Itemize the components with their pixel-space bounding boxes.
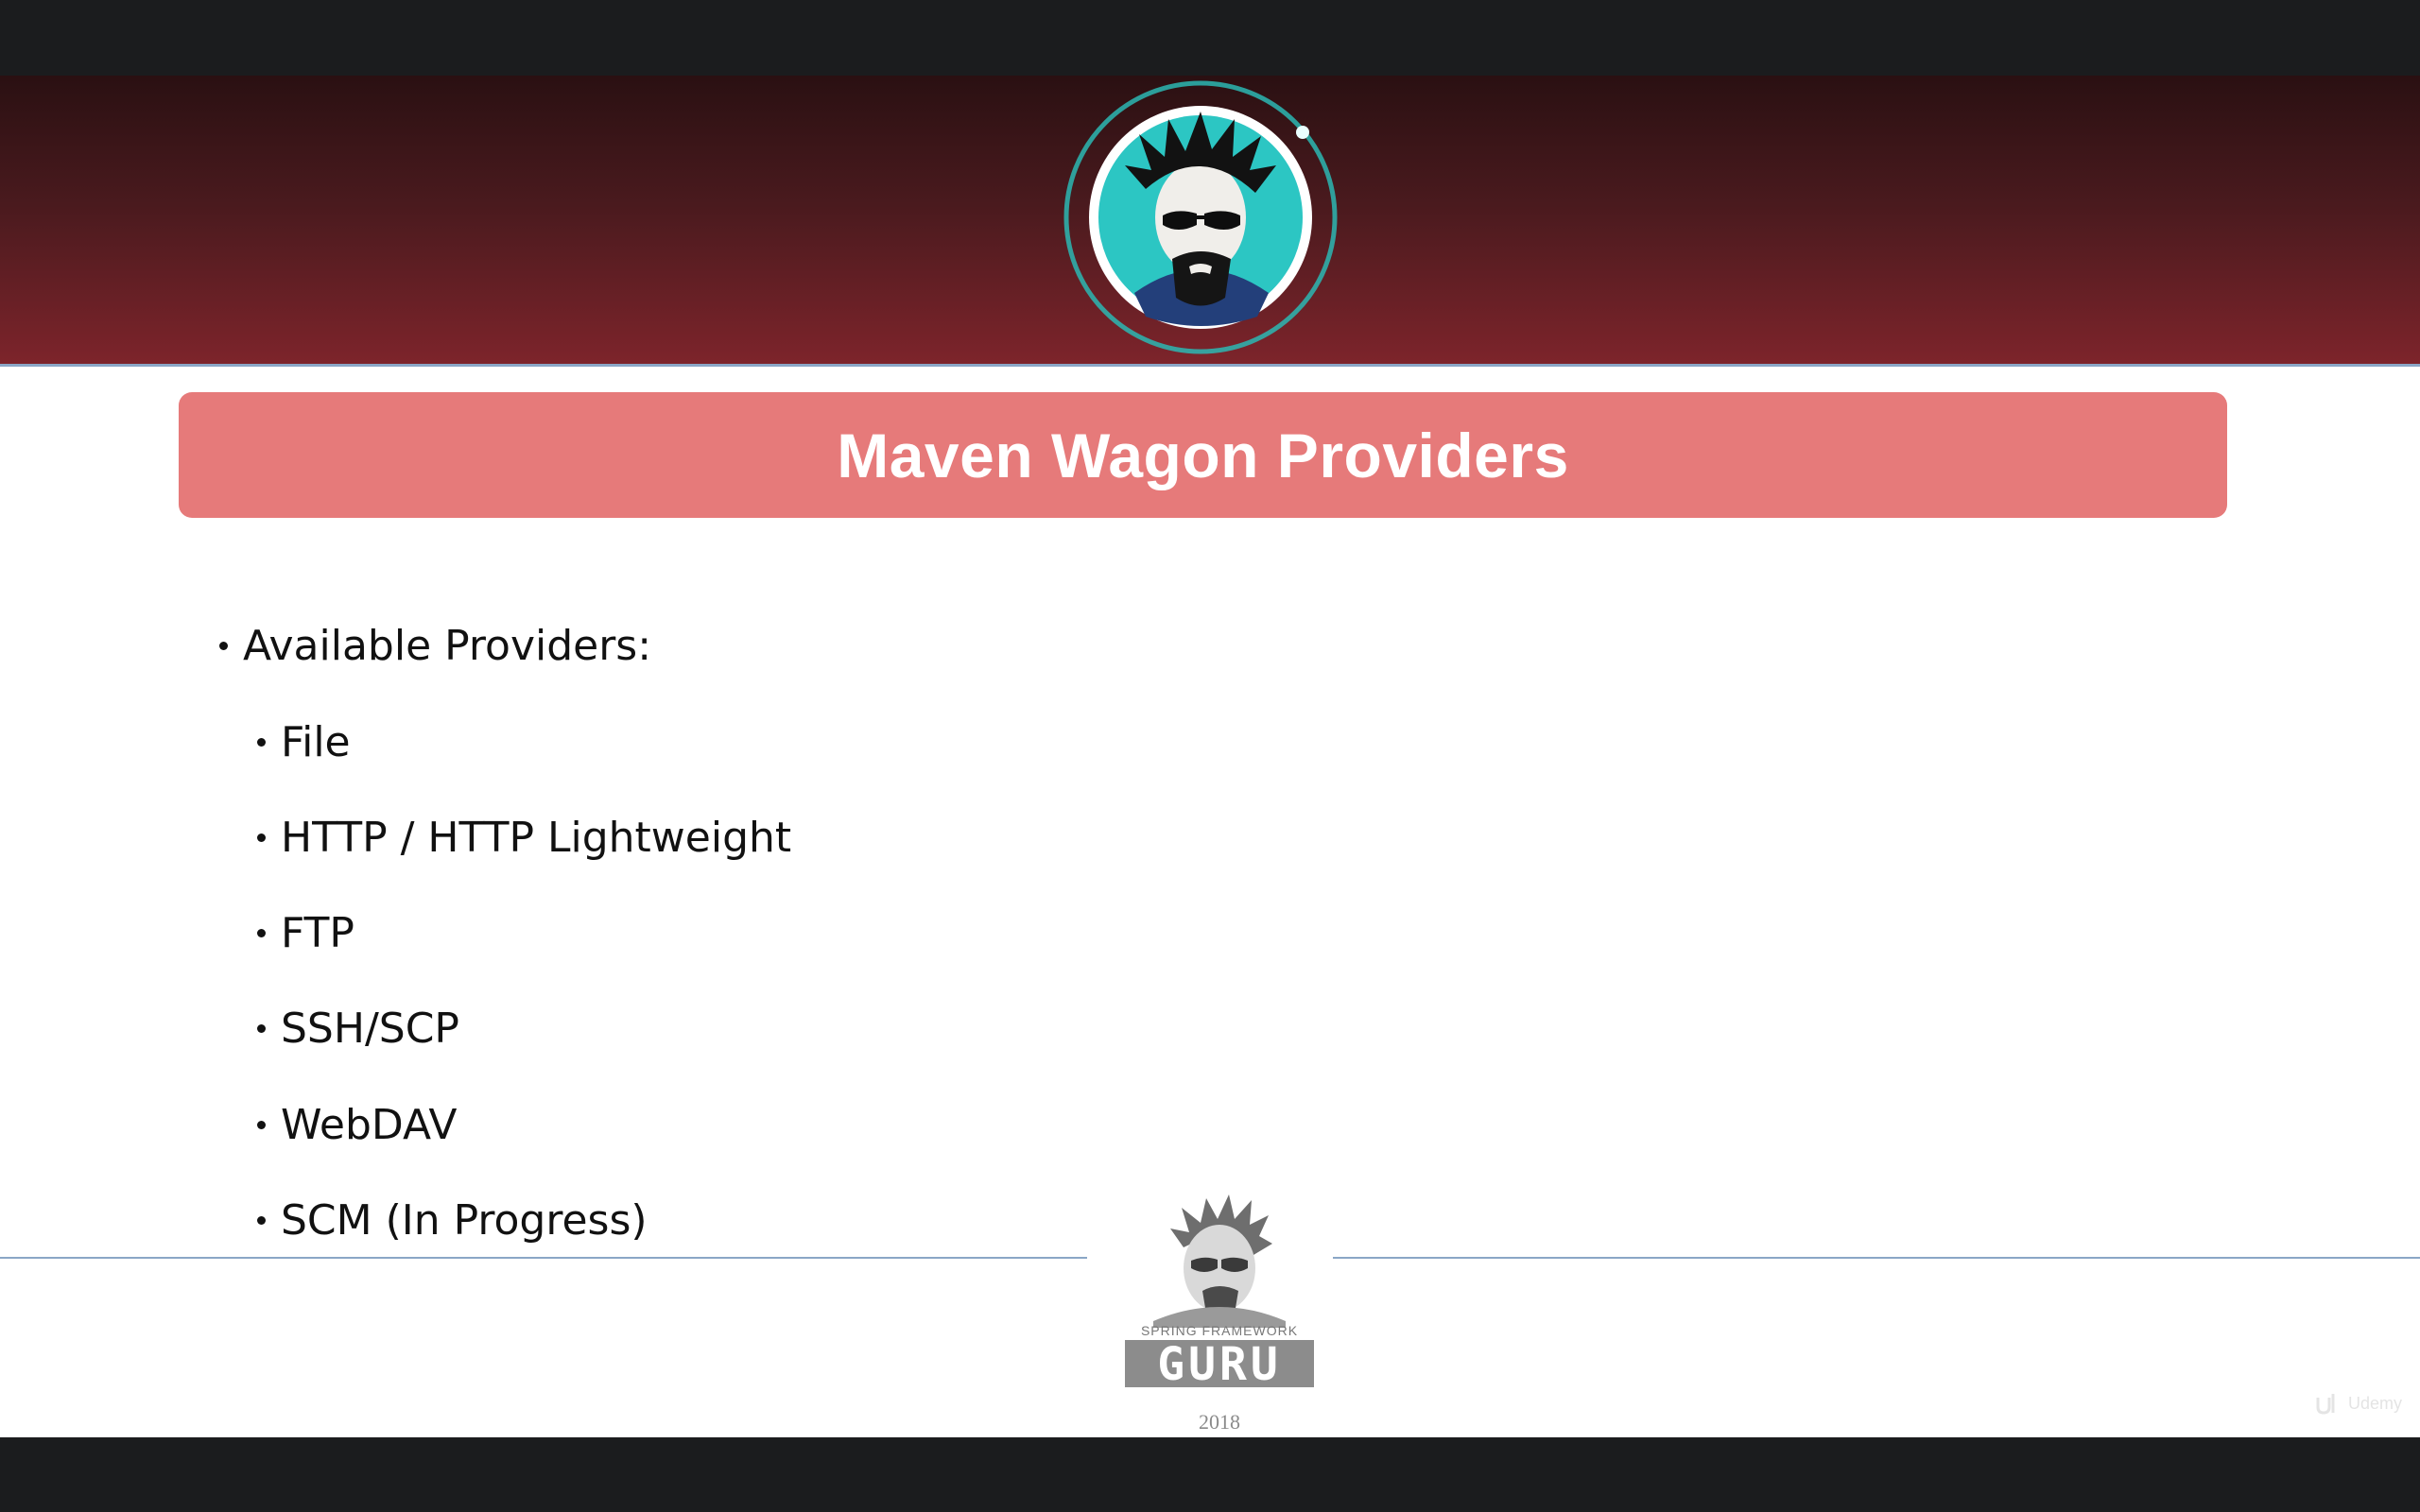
bullet-dot-icon — [257, 1121, 266, 1129]
logo-top-text: SPRING FRAMEWORK — [1141, 1323, 1298, 1338]
bullet-text: Available Providers: — [243, 622, 652, 670]
top-letterbox-bar — [0, 0, 2420, 76]
bullet-text: SCM (In Progress) — [281, 1196, 648, 1245]
bullet-dot-icon — [219, 642, 228, 650]
spring-framework-guru-logo: SPRING FRAMEWORK GURU — [1115, 1181, 1323, 1394]
footer-divider-left — [0, 1257, 1087, 1259]
bullet-text: FTP — [281, 909, 354, 957]
bullet-item: WebDAV — [257, 1101, 457, 1149]
bullet-text: File — [281, 718, 351, 766]
udemy-watermark: Udemy — [2314, 1389, 2418, 1418]
bullet-dot-icon — [257, 929, 266, 937]
bullet-dot-icon — [257, 833, 266, 842]
footer-year: 2018 — [1199, 1410, 1240, 1434]
bullet-text: HTTP / HTTP Lightweight — [281, 814, 792, 862]
slide: Maven Wagon Providers Available Provider… — [0, 76, 2420, 1437]
bullet-item: HTTP / HTTP Lightweight — [257, 814, 791, 862]
bullet-item: SCM (In Progress) — [257, 1196, 648, 1245]
udemy-logo-icon — [2316, 1394, 2335, 1415]
bullet-dot-icon — [257, 1024, 266, 1033]
bullet-item: Available Providers: — [219, 622, 651, 670]
bullet-item: SSH/SCP — [257, 1005, 459, 1053]
footer-divider-right — [1333, 1257, 2420, 1259]
bullet-item: File — [257, 718, 351, 766]
logo-main-text: GURU — [1157, 1338, 1282, 1391]
bullet-text: SSH/SCP — [281, 1005, 459, 1053]
bottom-letterbox-bar — [0, 1437, 2420, 1512]
bullet-item: FTP — [257, 909, 354, 957]
bullet-dot-icon — [257, 738, 266, 747]
bullet-text: WebDAV — [281, 1101, 458, 1149]
bullet-dot-icon — [257, 1216, 266, 1225]
udemy-watermark-text: Udemy — [2348, 1393, 2403, 1413]
